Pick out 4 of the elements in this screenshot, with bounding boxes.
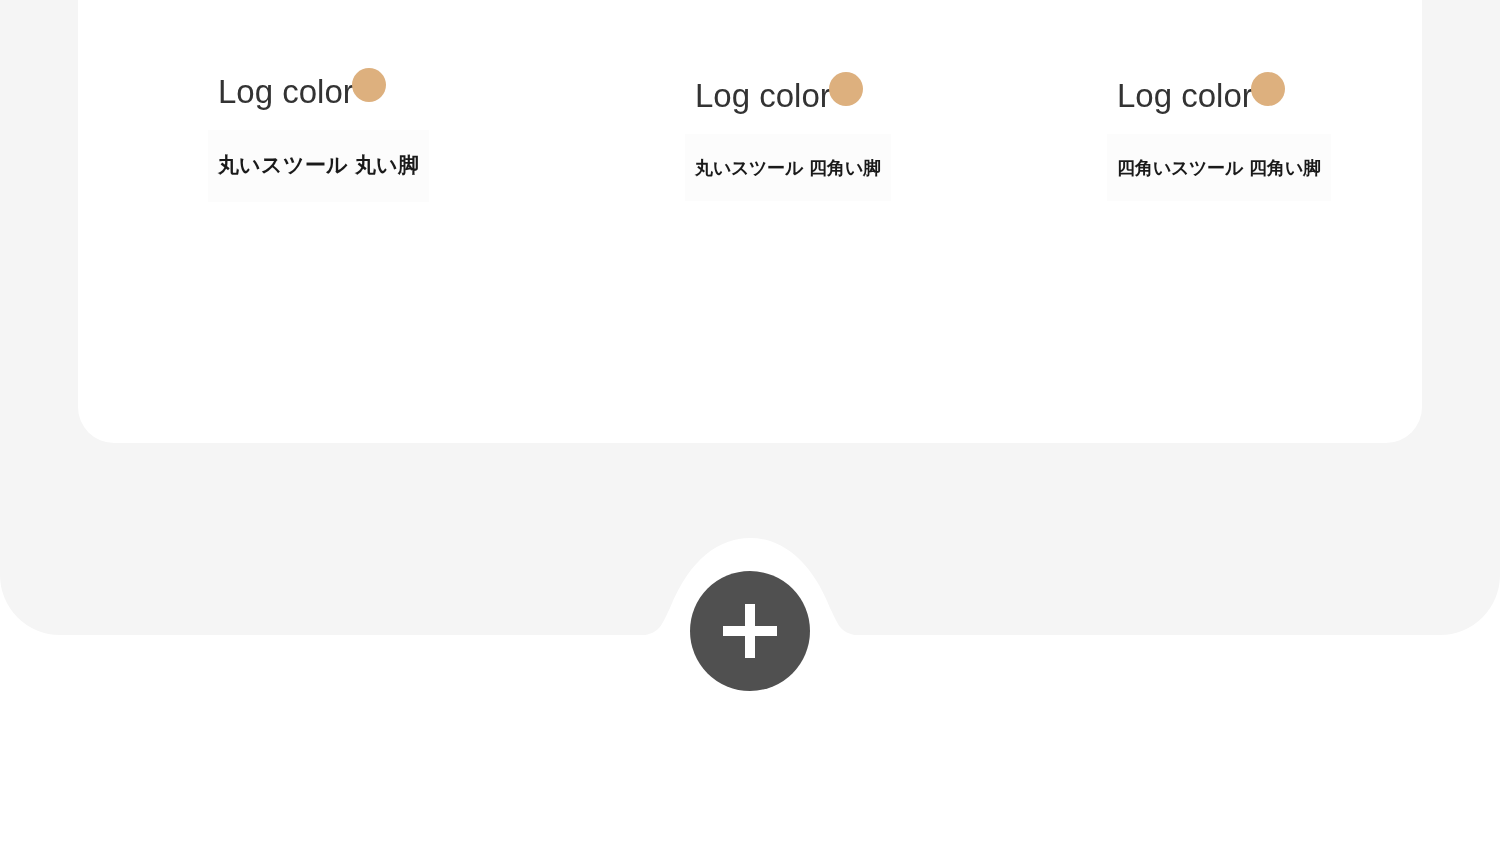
color-label: Log color xyxy=(695,77,831,114)
color-label: Log color xyxy=(218,73,354,110)
plus-icon xyxy=(723,604,777,658)
color-label: Log color xyxy=(1117,77,1253,114)
